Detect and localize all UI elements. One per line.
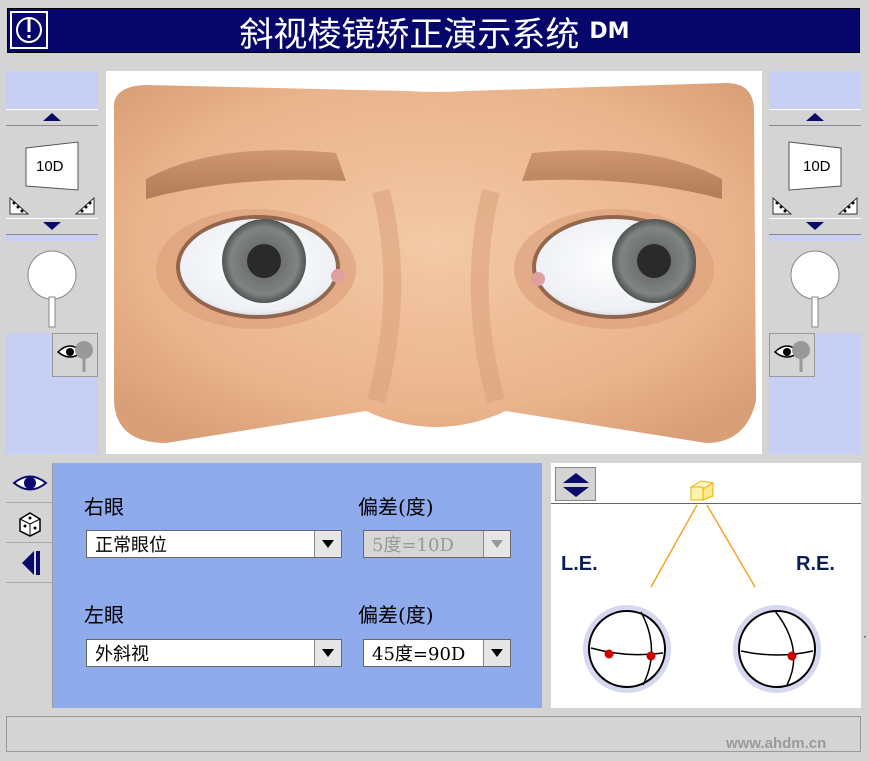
arrow-up-icon <box>43 113 61 121</box>
base-in-icon[interactable] <box>8 196 30 216</box>
random-button[interactable] <box>6 503 53 543</box>
left-eye-condition-select[interactable]: 外斜视 <box>86 639 342 667</box>
right-fixation-line <box>706 504 756 588</box>
right-eye-deviation-label: 偏差(度) <box>358 495 434 519</box>
right-prism-up-button[interactable] <box>769 109 861 126</box>
left-eye-condition-value: 外斜视 <box>95 644 149 665</box>
left-eye-label: 左眼 <box>84 603 124 627</box>
right-prism-value: 10D <box>803 158 831 175</box>
occluder-icon <box>790 250 840 328</box>
eye-view-button[interactable] <box>6 463 53 503</box>
left-prism-value: 10D <box>36 158 64 175</box>
left-eye-deviation-select[interactable]: 45度=90D <box>363 639 511 667</box>
right-eye-label: 右眼 <box>84 495 124 519</box>
app-title: 斜视棱镜矫正演示系统 DM <box>8 9 861 55</box>
dropdown-arrow-icon <box>314 531 341 557</box>
collapse-panel-button[interactable] <box>6 543 53 583</box>
right-eye-diagram-label: R.E. <box>796 553 835 575</box>
right-eye-condition-select[interactable]: 正常眼位 <box>86 530 342 558</box>
right-side-panel: 10D <box>769 71 861 454</box>
left-fixation-line <box>650 504 698 588</box>
occluder-icon <box>27 250 77 328</box>
eye-occluder-icon <box>773 341 810 372</box>
right-eye-deviation-select[interactable]: 5度=10D <box>363 530 511 558</box>
left-eye-diagram-label: L.E. <box>561 553 598 575</box>
app-title-text: 斜视棱镜矫正演示系统 <box>239 15 580 55</box>
arrow-down-icon <box>806 222 824 230</box>
left-eye-deviation-label: 偏差(度) <box>358 603 434 627</box>
face-view <box>106 71 762 454</box>
left-eye-occlude-toggle[interactable] <box>52 333 98 377</box>
left-prism-up-button[interactable] <box>6 109 98 126</box>
eye-control-panel: 右眼 偏差(度) 正常眼位 5度=10D 左眼 偏差(度) 外斜视 45度=90… <box>6 463 542 708</box>
right-prism-down-button[interactable] <box>769 218 861 235</box>
base-in-icon[interactable] <box>771 196 793 216</box>
cube-icon <box>689 480 715 501</box>
left-eye-deviation-value: 45度=90D <box>372 644 466 665</box>
right-eye-occlude-toggle[interactable] <box>769 333 815 377</box>
right-eye-deviation-value: 5度=10D <box>372 535 454 556</box>
base-out-icon[interactable] <box>74 196 96 216</box>
eye-icon <box>11 475 48 490</box>
tool-column <box>6 463 53 708</box>
arrow-down-icon <box>43 222 61 230</box>
collapse-left-icon <box>21 550 40 575</box>
left-prism-down-button[interactable] <box>6 218 98 235</box>
right-eyeball <box>733 605 821 693</box>
left-side-panel: 10D <box>6 71 98 454</box>
face-illustration <box>113 83 756 443</box>
right-occluder-button[interactable] <box>769 241 861 333</box>
right-prism-display[interactable]: 10D <box>769 126 861 218</box>
dropdown-arrow-icon <box>483 640 510 666</box>
arrow-up-icon <box>806 113 824 121</box>
left-occluder-button[interactable] <box>6 241 98 333</box>
dropdown-arrow-icon <box>483 531 510 557</box>
eye-occluder-icon <box>56 341 93 372</box>
fixation-diagram <box>583 480 821 693</box>
base-out-icon[interactable] <box>837 196 859 216</box>
edge-mark: · <box>863 630 867 644</box>
left-eyeball <box>583 605 671 693</box>
fixation-diagram-panel: L.E. R.E. <box>551 463 861 708</box>
dice-icon <box>18 511 41 537</box>
app-title-suffix: DM <box>589 19 630 44</box>
dropdown-arrow-icon <box>314 640 341 666</box>
title-bar: 斜视棱镜矫正演示系统 DM <box>7 8 861 55</box>
right-eye-condition-value: 正常眼位 <box>95 535 167 556</box>
left-prism-display[interactable]: 10D <box>6 126 98 218</box>
watermark: www.ahdm.cn <box>726 735 827 752</box>
